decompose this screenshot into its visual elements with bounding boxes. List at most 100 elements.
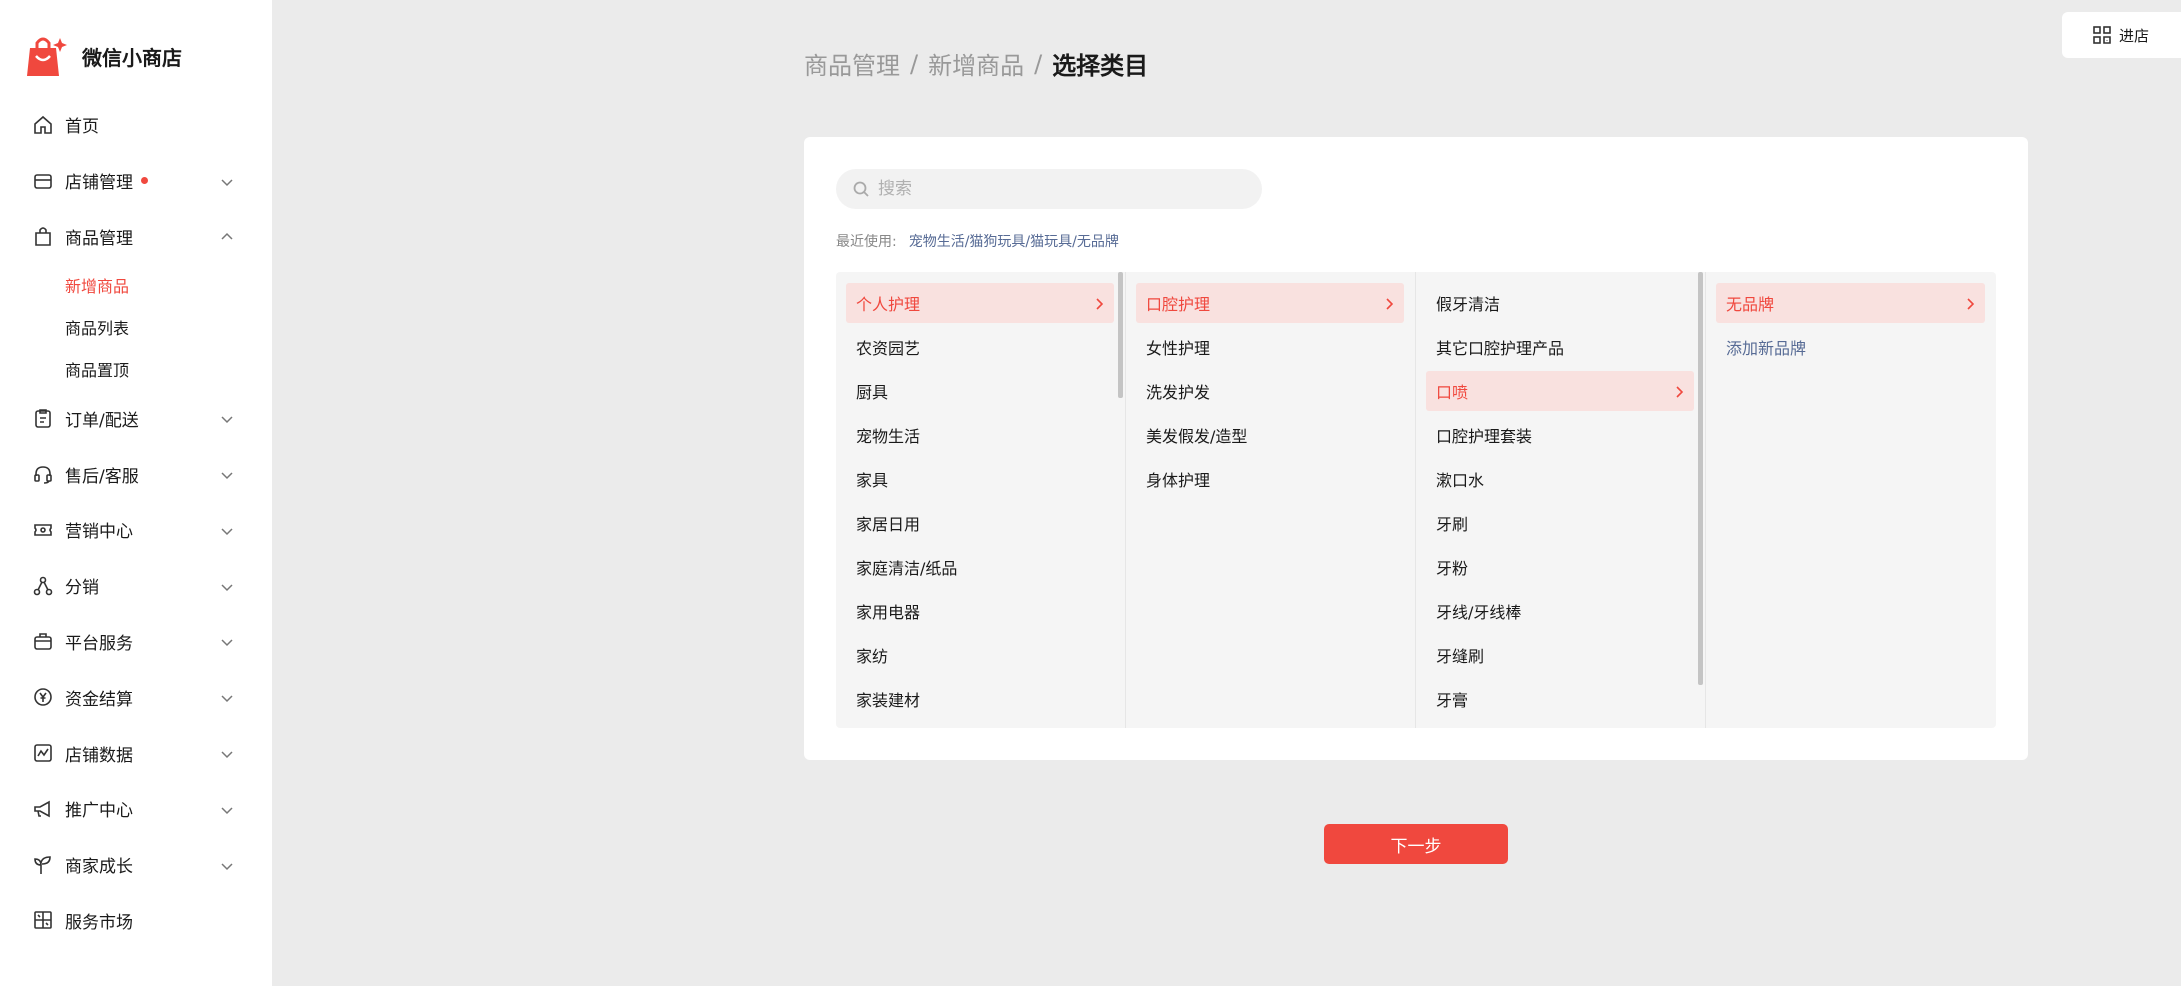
- category-item[interactable]: 牙线/牙线棒: [1426, 591, 1694, 631]
- sidebar-item-label: 售后/客服: [65, 466, 139, 487]
- category-item[interactable]: 假牙清洁: [1426, 283, 1694, 323]
- recent-used-link[interactable]: 宠物生活/猫狗玩具/猫玩具/无品牌: [909, 231, 1119, 251]
- category-item[interactable]: 洗发护发: [1136, 371, 1404, 411]
- category-item[interactable]: 口腔护理: [1136, 283, 1404, 323]
- sidebar-item-market[interactable]: 服务市场: [0, 893, 272, 949]
- chevron-down-icon: [220, 690, 234, 704]
- brand-column[interactable]: 无品牌 添加新品牌: [1706, 272, 1996, 728]
- scrollbar[interactable]: [1698, 272, 1703, 685]
- sidebar-item-data[interactable]: 店铺数据: [0, 725, 272, 781]
- category-item[interactable]: 家具: [846, 459, 1114, 499]
- sidebar-item-home[interactable]: 首页: [0, 97, 272, 153]
- category-item-label: 口腔护理: [1146, 295, 1211, 314]
- sidebar-item-label: 店铺管理: [65, 173, 133, 194]
- enter-store-label: 进店: [2119, 26, 2150, 45]
- briefcase-icon: [32, 630, 54, 652]
- sidebar-item-marketing[interactable]: 营销中心: [0, 502, 272, 558]
- category-item[interactable]: 农资园艺: [846, 327, 1114, 367]
- category-item[interactable]: 美发假发/造型: [1136, 415, 1404, 455]
- breadcrumb-separator: /: [1034, 49, 1043, 78]
- megaphone-icon: [32, 798, 54, 820]
- sidebar-item-label: 店铺数据: [65, 745, 133, 766]
- category-item[interactable]: 其它口腔护理产品: [1426, 327, 1694, 367]
- sidebar-item-store[interactable]: 店铺管理: [0, 153, 272, 209]
- market-icon: [32, 909, 54, 931]
- category-item[interactable]: 厨具: [846, 371, 1114, 411]
- category-columns: 个人护理 农资园艺 厨具 宠物生活 家具 家居日用 家庭清洁/纸品 家用电器 家…: [836, 272, 1996, 728]
- category-item[interactable]: 牙膏: [1426, 679, 1694, 719]
- brand-item[interactable]: 无品牌: [1716, 283, 1985, 323]
- share-icon: [32, 575, 54, 597]
- chevron-down-icon: [220, 634, 234, 648]
- ticket-icon: [32, 519, 54, 541]
- scrollbar[interactable]: [1118, 272, 1123, 398]
- search-box[interactable]: [836, 169, 1262, 209]
- breadcrumb-product-management[interactable]: 商品管理: [804, 46, 900, 81]
- add-brand-link[interactable]: 添加新品牌: [1716, 327, 1985, 367]
- category-item-label: 个人护理: [856, 295, 921, 314]
- category-item[interactable]: 牙粉: [1426, 547, 1694, 587]
- category-item[interactable]: 口腔护理套装: [1426, 415, 1694, 455]
- sidebar-item-label: 平台服务: [65, 633, 133, 654]
- sidebar-item-label: 服务市场: [65, 912, 133, 933]
- category-column-2[interactable]: 口腔护理 女性护理 洗发护发 美发假发/造型 身体护理: [1126, 272, 1416, 728]
- chevron-right-icon: [1382, 296, 1396, 310]
- next-step-button[interactable]: 下一步: [1324, 824, 1508, 864]
- category-card: 最近使用: 宠物生活/猫狗玩具/猫玩具/无品牌 个人护理 农资园艺 厨具 宠物生…: [804, 137, 2028, 760]
- category-item[interactable]: 身体护理: [1136, 459, 1404, 499]
- sidebar: 微信小商店 首页 店铺管理 商品管理 新增商品 商品列表 商品置顶 订单/配送 …: [0, 0, 272, 986]
- brand[interactable]: 微信小商店: [26, 30, 182, 82]
- category-item[interactable]: 漱口水: [1426, 459, 1694, 499]
- category-item[interactable]: 宠物生活: [846, 415, 1114, 455]
- sidebar-nav: 首页 店铺管理 商品管理 新增商品 商品列表 商品置顶 订单/配送 售后/客服: [0, 97, 272, 948]
- category-column-1[interactable]: 个人护理 农资园艺 厨具 宠物生活 家具 家居日用 家庭清洁/纸品 家用电器 家…: [836, 272, 1126, 728]
- breadcrumb-new-product[interactable]: 新增商品: [928, 46, 1024, 81]
- category-item[interactable]: 家装建材: [846, 679, 1114, 719]
- yen-icon: [32, 686, 54, 708]
- category-item[interactable]: 家庭清洁/纸品: [846, 547, 1114, 587]
- sidebar-item-growth[interactable]: 商家成长: [0, 837, 272, 893]
- sidebar-item-promotion[interactable]: 推广中心: [0, 781, 272, 837]
- chevron-down-icon: [220, 411, 234, 425]
- category-item[interactable]: 个人护理: [846, 283, 1114, 323]
- recent-used-label: 最近使用:: [836, 234, 897, 250]
- sidebar-item-label: 首页: [65, 117, 99, 138]
- sidebar-subitem-new-product[interactable]: 新增商品: [0, 264, 272, 306]
- chevron-right-icon: [1672, 384, 1686, 398]
- chevron-down-icon: [220, 523, 234, 537]
- chevron-down-icon: [220, 802, 234, 816]
- store-icon: [32, 170, 54, 192]
- sidebar-subitem-product-list[interactable]: 商品列表: [0, 306, 272, 348]
- sidebar-item-products[interactable]: 商品管理: [0, 209, 272, 265]
- category-item[interactable]: 家居日用: [846, 503, 1114, 543]
- category-item[interactable]: 家用电器: [846, 591, 1114, 631]
- category-item[interactable]: 牙刷: [1426, 503, 1694, 543]
- brand-name: 微信小商店: [82, 45, 182, 70]
- sidebar-subitem-product-pin[interactable]: 商品置顶: [0, 348, 272, 390]
- qrcode-icon: [2093, 26, 2111, 44]
- category-item[interactable]: 女性护理: [1136, 327, 1404, 367]
- sidebar-item-label: 营销中心: [65, 522, 133, 543]
- sidebar-item-label: 推广中心: [65, 801, 133, 822]
- category-item[interactable]: 牙缝刷: [1426, 635, 1694, 675]
- sidebar-item-orders[interactable]: 订单/配送: [0, 390, 272, 446]
- category-item[interactable]: 口喷: [1426, 371, 1694, 411]
- sidebar-item-label: 分销: [65, 578, 99, 599]
- category-item[interactable]: 家纺: [846, 635, 1114, 675]
- chevron-right-icon: [1963, 296, 1977, 310]
- shopping-bag-logo-icon: [26, 34, 68, 78]
- headset-icon: [32, 463, 54, 485]
- category-column-3[interactable]: 假牙清洁 其它口腔护理产品 口喷 口腔护理套装 漱口水 牙刷 牙粉 牙线/牙线棒…: [1416, 272, 1706, 728]
- bag-icon: [32, 225, 54, 247]
- home-icon: [32, 114, 54, 136]
- sidebar-item-finance[interactable]: 资金结算: [0, 669, 272, 725]
- sidebar-item-distribution[interactable]: 分销: [0, 558, 272, 614]
- sidebar-item-service[interactable]: 售后/客服: [0, 446, 272, 502]
- sidebar-item-platform[interactable]: 平台服务: [0, 614, 272, 670]
- brand-item-label: 无品牌: [1726, 295, 1775, 314]
- chevron-down-icon: [220, 746, 234, 760]
- enter-store-button[interactable]: 进店: [2062, 12, 2181, 58]
- category-item-label: 口喷: [1436, 383, 1469, 402]
- search-input[interactable]: [878, 179, 1238, 199]
- chevron-down-icon: [220, 858, 234, 872]
